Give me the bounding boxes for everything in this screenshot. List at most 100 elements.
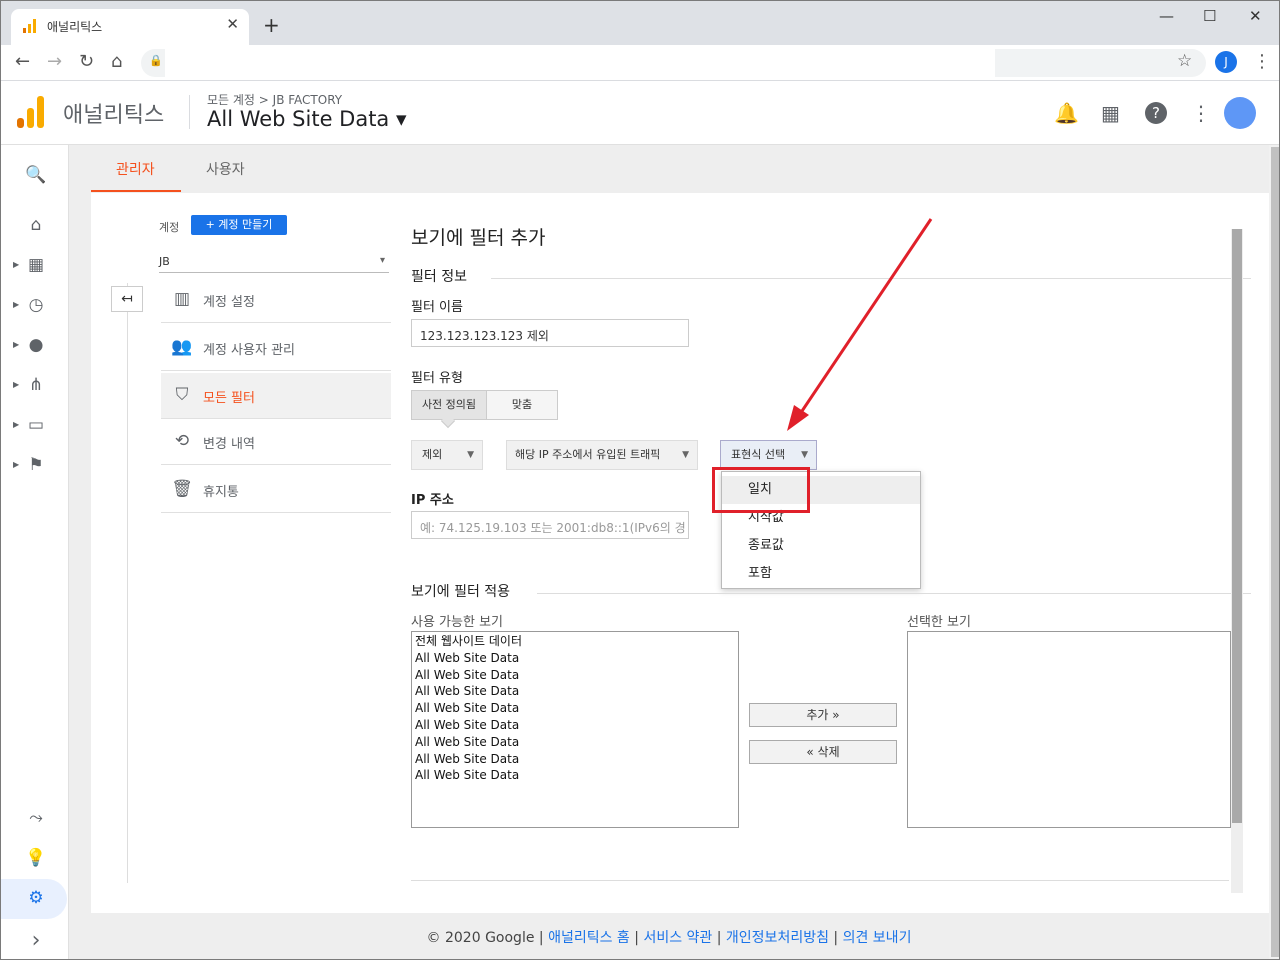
profile-avatar[interactable]: J — [1215, 51, 1237, 73]
option-contains[interactable]: 포함 — [722, 560, 920, 588]
footer-link-terms[interactable]: 서비스 약관 — [643, 930, 712, 946]
acquisition-icon[interactable]: ⋔ — [23, 375, 49, 395]
content-scrollbar[interactable] — [1231, 229, 1243, 893]
close-window-icon[interactable]: ✕ — [1249, 7, 1262, 25]
section-rule — [491, 278, 1251, 279]
page-scrollbar[interactable] — [1269, 145, 1279, 959]
view-selector[interactable]: All Web Site Data ▾ — [207, 107, 407, 131]
expand-caret-icon[interactable]: ▶ — [13, 380, 19, 389]
create-account-button[interactable]: + 계정 만들기 — [191, 215, 287, 235]
menu-change-history[interactable]: ⟲ 변경 내역 — [161, 419, 391, 465]
header-divider — [189, 95, 190, 129]
menu-trash[interactable]: 🗑 휴지통 — [161, 467, 391, 513]
expand-caret-icon[interactable]: ▶ — [13, 340, 19, 349]
search-icon[interactable]: 🔍 — [23, 165, 49, 185]
back-arrow-button[interactable]: ↤ — [111, 286, 143, 312]
add-view-button[interactable]: 추가 » — [749, 703, 897, 727]
back-icon[interactable]: ← — [15, 51, 30, 72]
available-views-label: 사용 가능한 보기 — [411, 615, 503, 630]
attribution-icon[interactable]: ⤳ — [23, 808, 49, 828]
expand-caret-icon[interactable]: ▶ — [13, 460, 19, 469]
tab-admin[interactable]: 관리자 — [116, 159, 155, 179]
menu-item-label: 계정 설정 — [203, 295, 255, 310]
browser-window: 애널리틱스 ✕ + — ☐ ✕ ← → ↻ ⌂ 🔒 ☆ J ⋮ 애널리틱스 모든… — [0, 0, 1280, 960]
filter-name-label: 필터 이름 — [411, 300, 463, 315]
filter-type-custom[interactable]: 맞춤 — [486, 390, 558, 420]
discover-lightbulb-icon[interactable]: 💡 — [23, 848, 49, 868]
list-item[interactable]: All Web Site Data — [415, 717, 735, 734]
notifications-icon[interactable]: 🔔 — [1054, 101, 1079, 125]
conversions-flag-icon[interactable]: ⚑ — [23, 455, 49, 475]
menu-item-label: 변경 내역 — [203, 437, 255, 452]
chevron-down-icon: ▾ — [379, 255, 385, 266]
behavior-icon[interactable]: ▭ — [23, 415, 49, 435]
left-nav-rail: 🔍 ⌂ ▶ ▦ ▶ ◷ ▶ ● ▶ ⋔ ▶ ▭ ▶ ⚑ ⤳ 💡 ⚙ › — [1, 145, 69, 959]
scroll-thumb[interactable] — [1232, 229, 1242, 823]
list-item[interactable]: All Web Site Data — [415, 734, 735, 751]
option-ends-with[interactable]: 종료값 — [722, 532, 920, 560]
expand-caret-icon[interactable]: ▶ — [13, 260, 19, 269]
expression-dropdown[interactable]: 표현식 선택 ▼ — [720, 440, 817, 470]
browser-menu-icon[interactable]: ⋮ — [1253, 51, 1271, 72]
traffic-source-dropdown[interactable]: 해당 IP 주소에서 유입된 트래픽 ▼ — [506, 440, 698, 470]
close-tab-icon[interactable]: ✕ — [226, 15, 239, 33]
reload-icon[interactable]: ↻ — [79, 51, 94, 72]
apps-grid-icon[interactable]: ▦ — [1101, 101, 1120, 125]
bookmark-star-icon[interactable]: ☆ — [1177, 51, 1192, 71]
lock-icon: 🔒 — [149, 54, 163, 67]
footer-link-feedback[interactable]: 의견 보내기 — [843, 930, 912, 946]
new-tab-button[interactable]: + — [263, 13, 280, 37]
list-item[interactable]: All Web Site Data — [415, 751, 735, 768]
list-item[interactable]: All Web Site Data — [415, 767, 735, 784]
bottom-rule — [411, 880, 1229, 881]
admin-tabs: 관리자 사용자 — [69, 145, 1269, 193]
home-icon[interactable]: ⌂ — [111, 51, 122, 72]
remove-view-button[interactable]: « 삭제 — [749, 740, 897, 764]
browser-tab[interactable]: 애널리틱스 ✕ — [11, 9, 249, 45]
minimize-icon[interactable]: — — [1159, 7, 1174, 25]
maximize-icon[interactable]: ☐ — [1203, 7, 1216, 25]
realtime-clock-icon[interactable]: ◷ — [23, 295, 49, 315]
audience-person-icon[interactable]: ● — [23, 335, 49, 355]
list-item[interactable]: All Web Site Data — [415, 683, 735, 700]
filter-type-label: 필터 유형 — [411, 371, 463, 386]
list-item[interactable]: All Web Site Data — [415, 650, 735, 667]
expand-rail-chevron-icon[interactable]: › — [23, 928, 49, 953]
list-item[interactable]: All Web Site Data — [415, 667, 735, 684]
url-field[interactable] — [165, 49, 995, 77]
selected-views-list[interactable] — [907, 631, 1231, 828]
menu-item-label: 모든 필터 — [203, 391, 255, 406]
account-selected: JB — [159, 255, 170, 268]
users-icon: 👥 — [171, 337, 193, 357]
scroll-thumb[interactable] — [1271, 147, 1279, 957]
forward-icon[interactable]: → — [47, 51, 62, 72]
selected-views-label: 선택한 보기 — [907, 615, 971, 630]
menu-all-filters[interactable]: ⛉ 모든 필터 — [161, 373, 391, 419]
expand-caret-icon[interactable]: ▶ — [13, 420, 19, 429]
expand-caret-icon[interactable]: ▶ — [13, 300, 19, 309]
exclude-dropdown[interactable]: 제외 ▼ — [411, 440, 483, 470]
user-avatar[interactable] — [1224, 97, 1256, 129]
ip-address-input[interactable]: 예: 74.125.19.103 또는 2001:db8::1(IPv6의 경 — [411, 511, 689, 539]
footer-link-home[interactable]: 애널리틱스 홈 — [548, 930, 630, 946]
account-selector[interactable]: JB ▾ — [159, 251, 389, 273]
more-menu-icon[interactable]: ⋮ — [1191, 101, 1211, 125]
building-icon: ▥ — [173, 289, 191, 309]
available-views-list[interactable]: 전체 웹사이트 데이터 All Web Site Data All Web Si… — [411, 631, 739, 828]
list-item[interactable]: 전체 웹사이트 데이터 — [415, 633, 735, 650]
list-item[interactable]: All Web Site Data — [415, 700, 735, 717]
home-nav-icon[interactable]: ⌂ — [23, 215, 49, 235]
help-icon[interactable]: ? — [1145, 102, 1167, 124]
footer-link-privacy[interactable]: 개인정보처리방침 — [726, 930, 829, 946]
chevron-down-icon: ▼ — [467, 450, 474, 460]
omnibox[interactable]: 🔒 ☆ — [141, 49, 1206, 77]
admin-gear-icon[interactable]: ⚙ — [23, 888, 49, 908]
section-rule — [537, 593, 1251, 594]
customization-icon[interactable]: ▦ — [23, 255, 49, 275]
menu-account-user-management[interactable]: 👥 계정 사용자 관리 — [161, 325, 391, 371]
analytics-logo-icon — [17, 96, 45, 128]
tab-user[interactable]: 사용자 — [206, 159, 245, 179]
filter-name-input[interactable]: 123.123.123.123 제외 — [411, 319, 689, 347]
breadcrumb[interactable]: 모든 계정 > JB FACTORY — [207, 91, 342, 108]
menu-account-settings[interactable]: ▥ 계정 설정 — [161, 277, 391, 323]
